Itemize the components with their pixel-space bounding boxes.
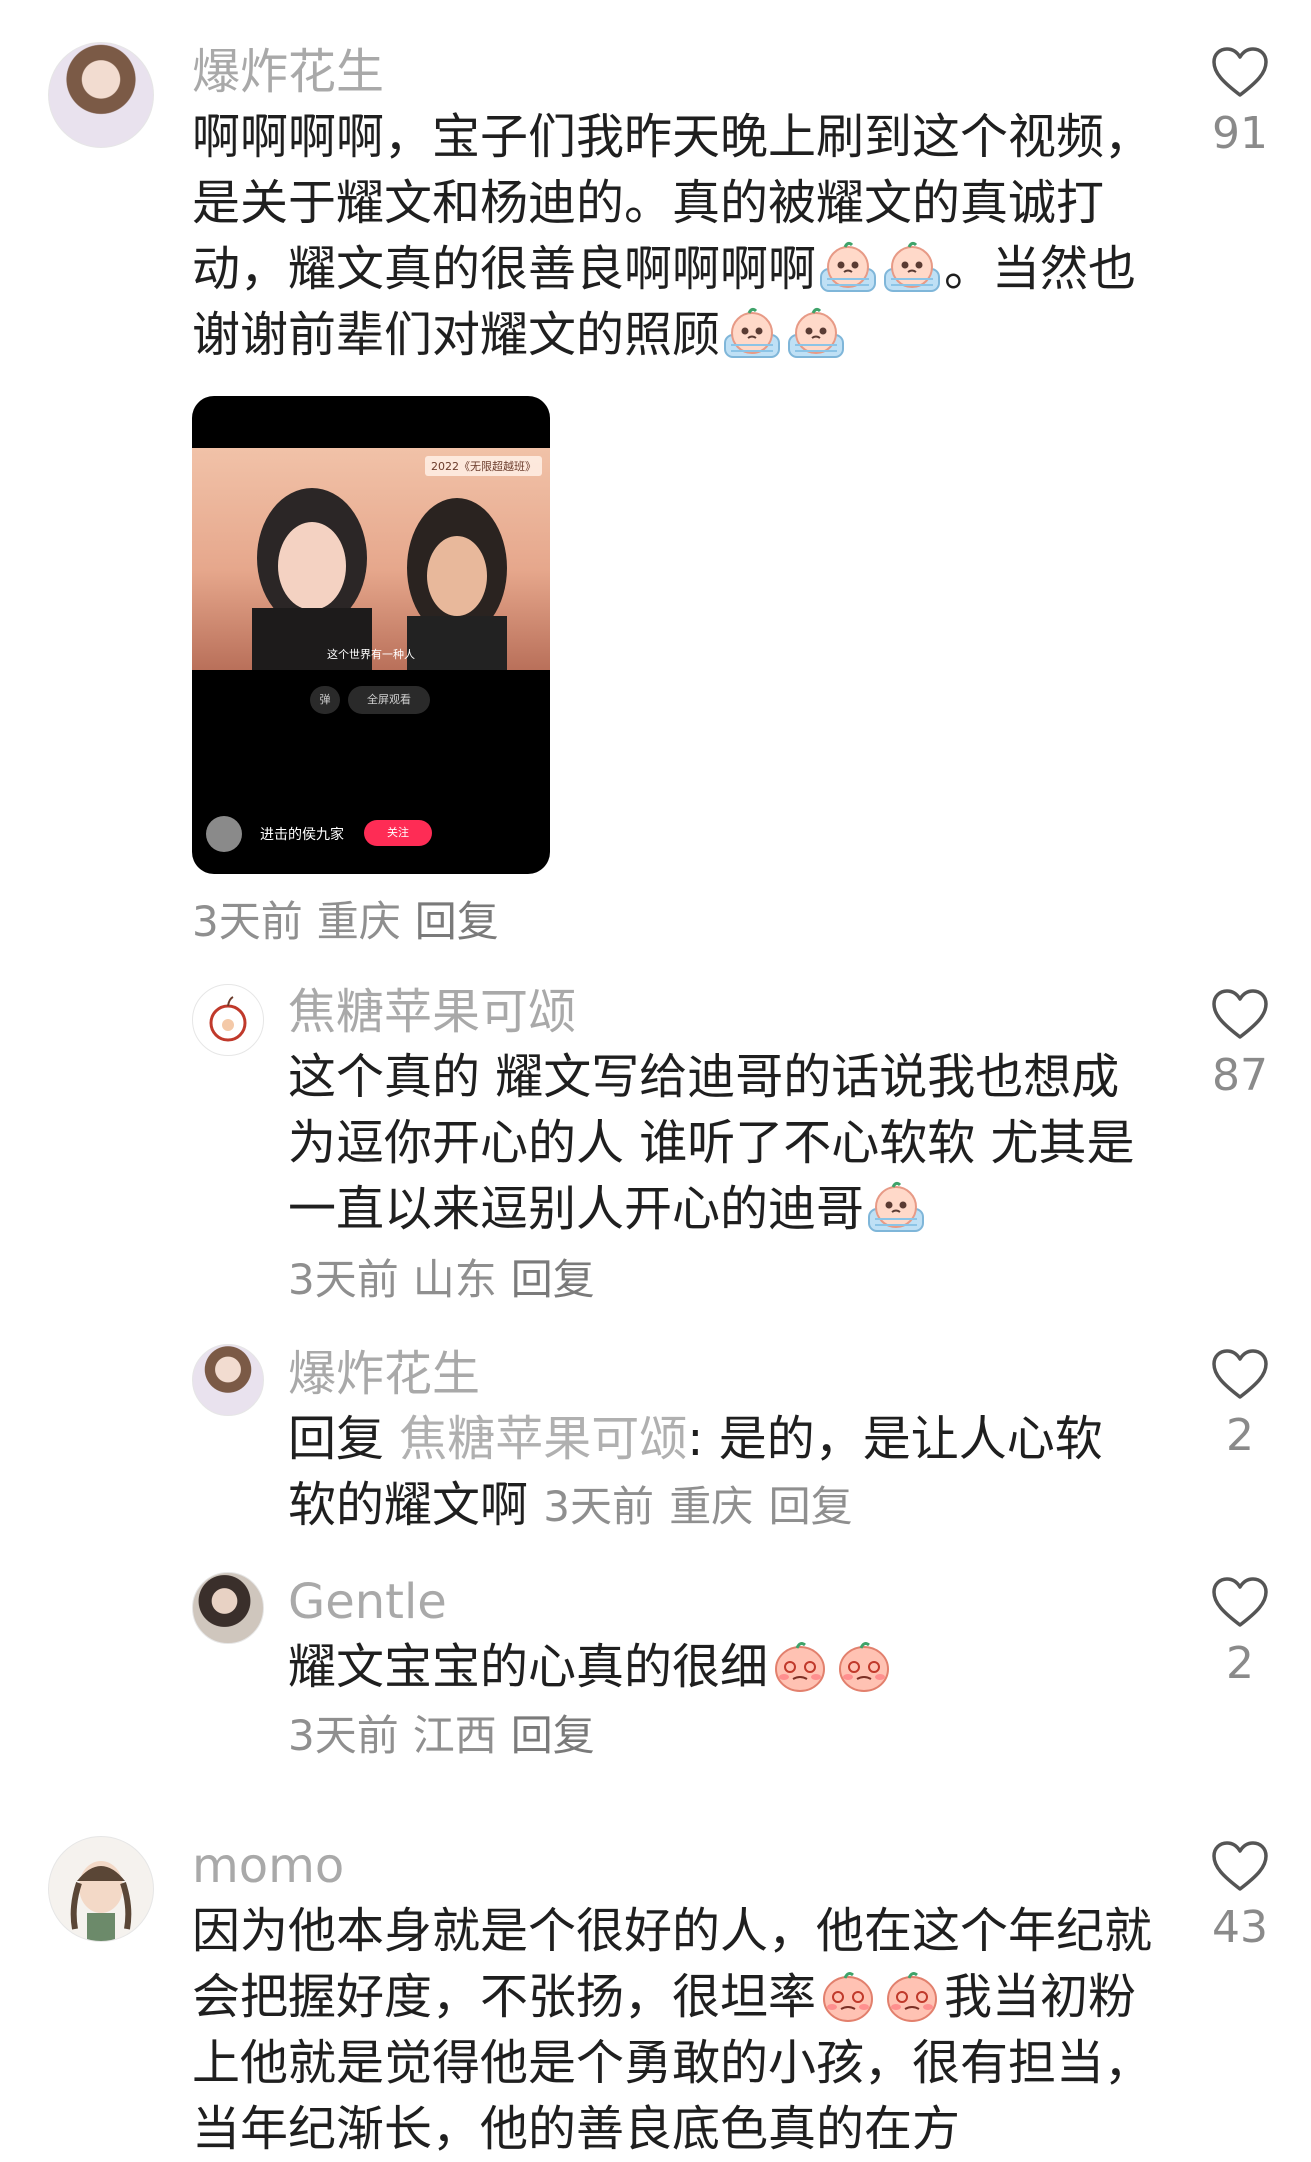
like-count: 87	[1212, 1050, 1268, 1101]
cartoon-girl-avatar-icon	[70, 1861, 132, 1941]
shy-peach-emoji-icon	[833, 1637, 895, 1693]
heart-outline-icon[interactable]	[1211, 988, 1269, 1040]
comment-username[interactable]: momo	[192, 1836, 344, 1896]
heart-outline-icon[interactable]	[1211, 1840, 1269, 1892]
comment-text: 啊啊啊啊，宝子们我昨天晚上刷到这个视频，是关于耀文和杨迪的。真的被耀文的真诚打动…	[192, 109, 1153, 363]
video-thumbnail[interactable]: 2022《无限超越班》 这个世界有一种人 弹 全屏观看 进击的侯九家 关注	[192, 396, 550, 874]
heart-outline-icon[interactable]	[1211, 1348, 1269, 1400]
heart-outline-icon[interactable]	[1211, 46, 1269, 98]
uploader-avatar[interactable]	[206, 816, 242, 852]
like-column: 2	[1190, 1348, 1290, 1464]
fullscreen-button[interactable]: 全屏观看	[348, 686, 430, 714]
crying-peach-emoji-icon	[817, 239, 879, 295]
comment-time: 3天前	[543, 1482, 655, 1531]
like-column: 87	[1190, 988, 1290, 1104]
reply-button[interactable]: 回复	[415, 897, 499, 946]
comment-location: 山东	[412, 1255, 497, 1304]
comment-text: 因为他本身就是个很好的人，他在这个年纪就会把握好度，不张扬，很坦率 我当初粉上他就…	[192, 1903, 1153, 2157]
like-count: 2	[1226, 1410, 1254, 1461]
comment-location: 重庆	[316, 897, 401, 946]
comment-time: 3天前	[288, 1711, 399, 1760]
comment-location: 重庆	[669, 1482, 754, 1531]
comment-text: 这个真的 耀文写给迪哥的话说我也想成为逗你开心的人 谁听了不心软软 尤其是一直以…	[288, 1049, 1135, 1237]
comment-meta: 3天前 山东 回复	[288, 1252, 609, 1308]
comment-username[interactable]: Gentle	[288, 1572, 447, 1632]
reply-button[interactable]: 回复	[769, 1482, 853, 1531]
avatar[interactable]	[192, 1344, 264, 1416]
crying-peach-emoji-icon	[865, 1179, 927, 1235]
heart-outline-icon[interactable]	[1211, 1576, 1269, 1628]
comment-username[interactable]: 焦糖苹果可颂	[288, 982, 576, 1042]
like-count: 91	[1212, 108, 1268, 159]
avatar[interactable]	[192, 984, 264, 1056]
comment-time: 3天前	[192, 897, 303, 946]
like-count: 2	[1226, 1638, 1254, 1689]
shy-peach-emoji-icon	[769, 1637, 831, 1693]
shy-peach-emoji-icon	[881, 1967, 943, 2023]
avatar[interactable]	[48, 42, 154, 148]
reply-to-username[interactable]: 焦糖苹果可颂	[399, 1411, 687, 1467]
like-column: 2	[1190, 1576, 1290, 1692]
reply-button[interactable]: 回复	[511, 1255, 595, 1304]
reply-button[interactable]: 回复	[511, 1711, 595, 1760]
uploader-name[interactable]: 进击的侯九家	[260, 824, 344, 844]
avatar[interactable]	[48, 1836, 154, 1942]
crying-peach-emoji-icon	[881, 239, 943, 295]
apple-avatar-icon	[209, 996, 247, 1042]
comment-time: 3天前	[288, 1255, 399, 1304]
avatar[interactable]	[192, 1572, 264, 1644]
comment-location: 江西	[412, 1711, 497, 1760]
comment-text: 耀文宝宝的心真的很细	[288, 1634, 1148, 1700]
video-frame: 2022《无限超越班》 这个世界有一种人	[192, 448, 550, 670]
comment-username[interactable]: 爆炸花生	[288, 1344, 480, 1404]
comment-username[interactable]: 爆炸花生	[192, 42, 384, 102]
comment-meta: 3天前 江西 回复	[288, 1708, 609, 1764]
danmaku-button[interactable]: 弹	[310, 686, 340, 714]
like-column: 91	[1190, 46, 1290, 162]
video-people-image	[252, 488, 507, 670]
follow-button[interactable]: 关注	[364, 820, 432, 846]
like-count: 43	[1212, 1902, 1268, 1953]
comment-meta: 3天前 重庆 回复	[192, 894, 513, 950]
video-subtitle: 这个世界有一种人	[327, 648, 415, 661]
crying-peach-emoji-icon	[721, 305, 783, 361]
crying-peach-emoji-icon	[785, 305, 847, 361]
like-column: 43	[1190, 1840, 1290, 1956]
shy-peach-emoji-icon	[817, 1967, 879, 2023]
comment-text: 回复 焦糖苹果可颂: 是的，是让人心软软的耀文啊 3天前 重庆 回复	[288, 1411, 1103, 1533]
